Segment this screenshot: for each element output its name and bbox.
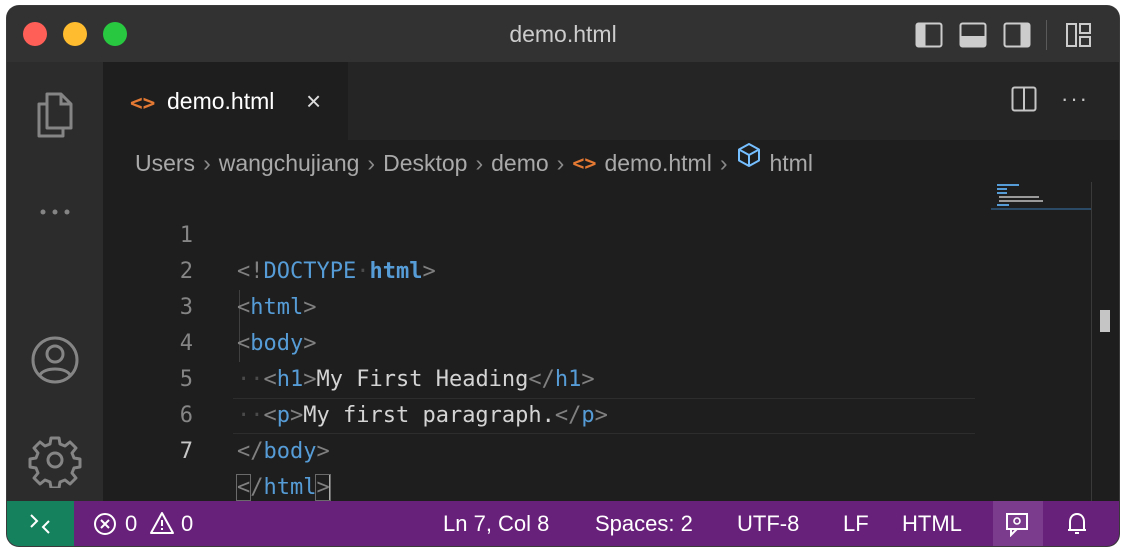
breadcrumb-separator: › [719, 149, 728, 176]
token: body [263, 439, 317, 464]
titlebar-divider [1046, 20, 1047, 50]
toggle-panel-icon[interactable] [959, 22, 987, 48]
end-of-line[interactable]: LF [843, 501, 869, 546]
window-title: demo.html [509, 21, 617, 47]
warning-count[interactable]: 0 [181, 501, 193, 546]
token: > [316, 439, 330, 464]
more-actions-button[interactable]: ··· [1061, 86, 1089, 112]
status-bar: 0 0 Ln 7, Col 8 Spaces: 2 UTF-8 LF HTML [7, 501, 1119, 546]
activity-bar [7, 62, 103, 501]
text-cursor [328, 475, 331, 501]
language-mode[interactable]: HTML [902, 501, 962, 546]
token: </ [237, 439, 264, 464]
breadcrumb-separator: › [556, 149, 565, 176]
indentation[interactable]: Spaces: 2 [595, 501, 693, 546]
toggle-secondary-sidebar-icon[interactable] [1003, 22, 1031, 48]
code-line: 5 ··<p>My first paragraph.</p> [103, 326, 1003, 428]
breadcrumb-item[interactable]: demo.html [604, 142, 711, 184]
vscode-window: demo.html <> demo.html × ··· Users › wan… [7, 6, 1119, 546]
breadcrumb: Users › wangchujiang › Desktop › demo › <> demo.h… [135, 140, 813, 182]
close-tab-button[interactable]: × [306, 62, 321, 140]
breadcrumb-separator: › [203, 149, 211, 176]
bell-icon[interactable] [1065, 510, 1089, 538]
code-line: 3 <body> [103, 254, 1003, 356]
code-editor[interactable]: 1 <!DOCTYPE·html> 2 <html> 3 <body> 4 ··… [103, 182, 1119, 501]
tab-label: demo.html [167, 88, 275, 114]
feedback-button[interactable] [993, 501, 1043, 546]
remote-button[interactable] [7, 501, 74, 546]
breadcrumb-item[interactable]: Desktop [383, 142, 467, 184]
code-line: 6 </body> [103, 362, 1003, 464]
breadcrumb-separator: › [367, 149, 376, 176]
title-bar: demo.html [7, 6, 1119, 62]
feedback-icon [1006, 513, 1028, 537]
html-file-icon: <> [572, 150, 597, 175]
manage-gear-icon[interactable] [27, 432, 83, 488]
matched-bracket: > [315, 474, 331, 501]
customize-layout-icon[interactable] [1065, 22, 1093, 48]
code-line: 1 <!DOCTYPE·html> [103, 182, 1003, 284]
explorer-icon[interactable] [27, 86, 83, 142]
breadcrumb-item[interactable]: demo [491, 142, 549, 184]
html-file-icon: <> [130, 91, 156, 115]
symbol-element-icon [738, 143, 761, 167]
remote-icon [30, 514, 50, 534]
code-line: 2 <html> [103, 218, 1003, 320]
breadcrumb-item[interactable]: Users [135, 142, 195, 184]
token: html [263, 475, 317, 500]
code-line: 7 </html> [103, 398, 1003, 501]
line-number: 7 [179, 439, 193, 464]
scrollbar-track[interactable] [1091, 182, 1092, 501]
error-count[interactable]: 0 [125, 501, 137, 546]
breadcrumb-item[interactable]: html [769, 142, 812, 184]
minimap[interactable] [991, 182, 1091, 212]
encoding[interactable]: UTF-8 [737, 501, 799, 546]
scrollbar-cursor-marker [1100, 310, 1110, 332]
more-icon[interactable] [27, 184, 83, 240]
split-editor-icon[interactable] [1011, 86, 1037, 112]
tab-demo-html[interactable]: <> demo.html × [103, 62, 348, 140]
error-icon[interactable] [93, 512, 117, 536]
warning-icon[interactable] [149, 511, 175, 535]
code-line: 4 ··<h1>My First Heading</h1> [103, 290, 1003, 392]
token: / [250, 475, 264, 500]
breadcrumb-item[interactable]: wangchujiang [219, 142, 360, 184]
tab-strip: <> demo.html × [103, 62, 1119, 140]
toggle-primary-sidebar-icon[interactable] [915, 22, 943, 48]
accounts-icon[interactable] [27, 332, 83, 388]
breadcrumb-separator: › [475, 149, 484, 176]
matched-bracket: < [235, 474, 252, 501]
cursor-position[interactable]: Ln 7, Col 8 [443, 501, 549, 546]
